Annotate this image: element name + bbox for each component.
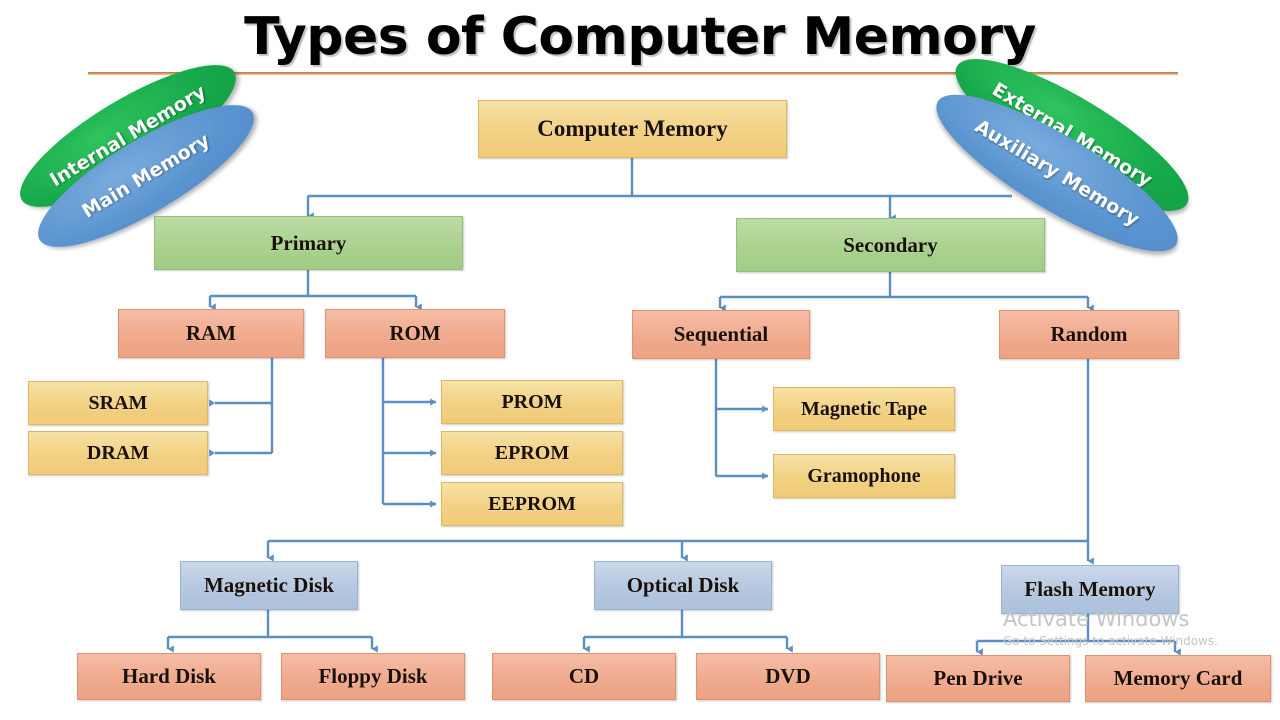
node-label: Pen Drive	[933, 666, 1023, 691]
node-computer-memory[interactable]: Computer Memory	[478, 100, 787, 158]
node-label: EEPROM	[488, 492, 576, 515]
node-secondary[interactable]: Secondary	[736, 218, 1045, 272]
node-label: ROM	[389, 321, 441, 346]
node-primary[interactable]: Primary	[154, 216, 463, 270]
node-rom[interactable]: ROM	[325, 309, 505, 358]
node-dram[interactable]: DRAM	[28, 431, 208, 475]
node-dvd[interactable]: DVD	[696, 653, 880, 700]
node-label: Gramophone	[807, 464, 921, 487]
node-label: Random	[1050, 322, 1128, 347]
node-label: Optical Disk	[626, 573, 740, 598]
node-label: Hard Disk	[122, 664, 216, 689]
node-label: Flash Memory	[1024, 577, 1156, 602]
node-sequential[interactable]: Sequential	[632, 310, 810, 359]
diagram-canvas: Types of Computer Memory Internal Memory…	[0, 0, 1280, 720]
node-ram[interactable]: RAM	[118, 309, 304, 358]
node-label: Primary	[270, 230, 347, 255]
node-floppy-disk[interactable]: Floppy Disk	[281, 653, 465, 700]
node-optical-disk[interactable]: Optical Disk	[594, 561, 772, 610]
node-prom[interactable]: PROM	[441, 380, 623, 424]
node-flash-memory[interactable]: Flash Memory	[1001, 565, 1179, 614]
node-label: Magnetic Disk	[203, 573, 335, 598]
node-eeprom[interactable]: EEPROM	[441, 482, 623, 526]
node-label: Sequential	[673, 322, 769, 347]
node-label: Floppy Disk	[318, 664, 428, 689]
node-pen-drive[interactable]: Pen Drive	[886, 655, 1070, 702]
node-hard-disk[interactable]: Hard Disk	[77, 653, 261, 700]
node-label: DVD	[765, 664, 811, 689]
node-random[interactable]: Random	[999, 310, 1179, 359]
node-eprom[interactable]: EPROM	[441, 431, 623, 475]
node-label: SRAM	[88, 391, 148, 414]
node-sram[interactable]: SRAM	[28, 381, 208, 425]
node-label: Magnetic Tape	[800, 397, 928, 420]
node-label: PROM	[501, 390, 563, 413]
node-label: Secondary	[843, 232, 938, 257]
node-memory-card[interactable]: Memory Card	[1085, 655, 1271, 702]
node-cd[interactable]: CD	[492, 653, 676, 700]
node-label: Computer Memory	[537, 115, 728, 141]
node-gramophone[interactable]: Gramophone	[773, 454, 955, 498]
node-label: CD	[568, 664, 600, 689]
node-label: EPROM	[494, 441, 570, 464]
node-magnetic-disk[interactable]: Magnetic Disk	[180, 561, 358, 610]
node-magnetic-tape[interactable]: Magnetic Tape	[773, 387, 955, 431]
node-label: RAM	[185, 321, 237, 346]
node-label: Memory Card	[1113, 666, 1243, 691]
node-label: DRAM	[86, 441, 150, 464]
